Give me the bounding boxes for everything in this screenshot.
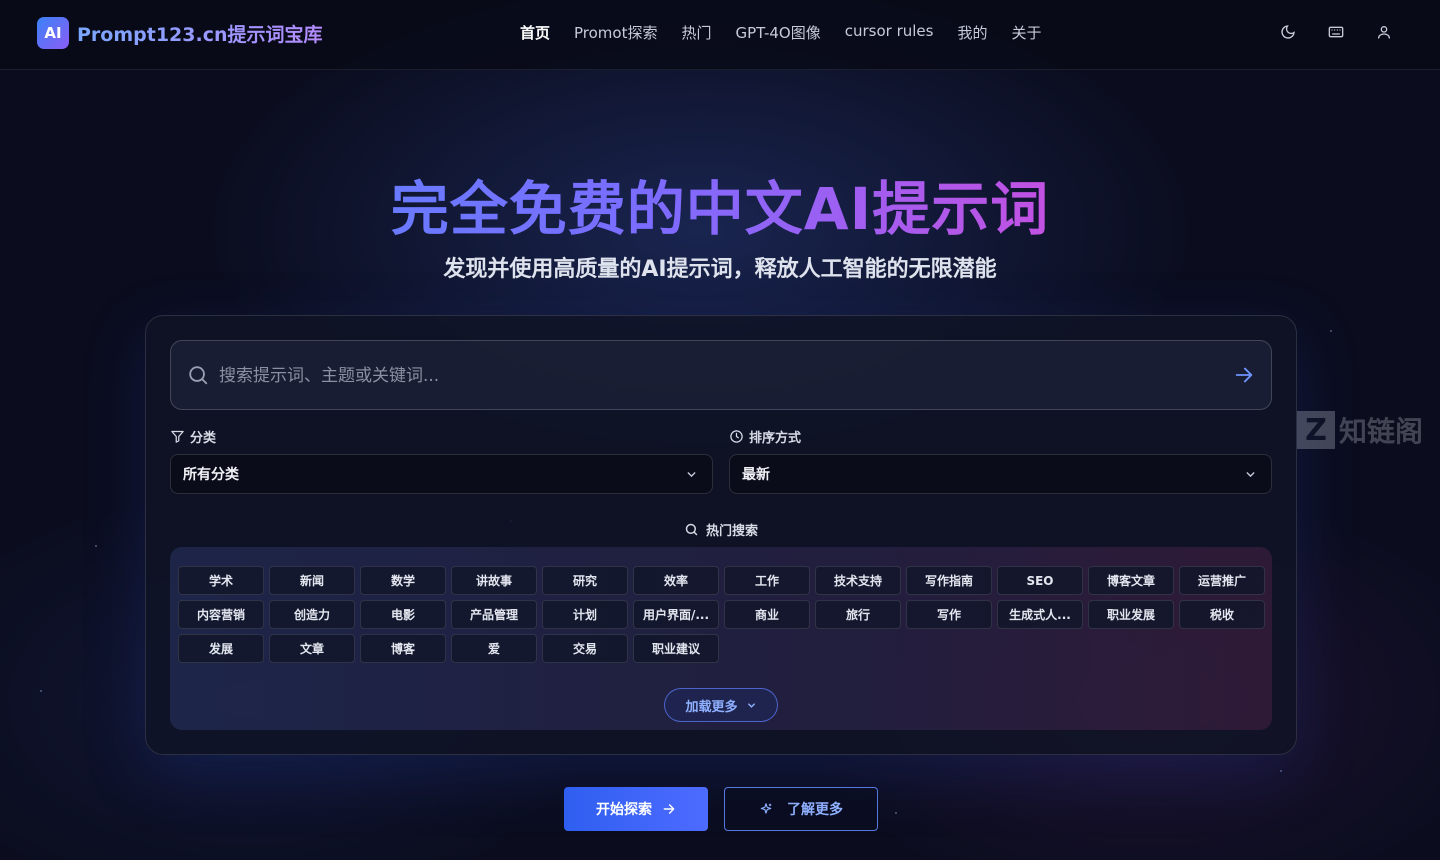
hot-tag[interactable]: SEO [997,566,1083,595]
hot-tag[interactable]: 交易 [542,634,628,663]
filter-icon [171,430,184,443]
hot-tag[interactable]: 职业建议 [633,634,719,663]
search-panel: 分类 所有分类 排序方式 最新 热门搜索 学术新闻数学讲故事研究效率工作技术支持… [145,315,1297,755]
hot-tag[interactable]: 技术支持 [815,566,901,595]
background-star [895,812,897,814]
hot-search-label: 热门搜索 [146,520,1296,539]
category-label-text: 分类 [190,431,217,446]
background-star [1330,330,1332,332]
search-box [170,340,1272,410]
hot-tag[interactable]: 工作 [724,566,810,595]
sort-label: 排序方式 [729,427,801,446]
clock-icon [730,430,743,443]
nav-mine[interactable]: 我的 [957,22,987,43]
sort-value: 最新 [742,467,770,483]
nav-hot[interactable]: 热门 [681,22,711,43]
sort-select[interactable]: 最新 [729,454,1272,494]
hot-tag[interactable]: 发展 [178,634,264,663]
header-actions [1280,24,1392,40]
hot-tag[interactable]: 写作指南 [906,566,992,595]
hot-tags-area: 学术 新闻 数学 讲故事 研究 效率 工作 技术支持 写作指南 SEO 博客文章 运营推广 内容营销 创造… [170,547,1272,730]
nav-gpt4o-image[interactable]: GPT-4O图像 [736,22,821,43]
hot-tag[interactable]: 文章 [269,634,355,663]
search-icon [685,523,698,536]
watermark-logo: Z 知链阁 [1297,411,1423,449]
hero-subtitle: 发现并使用高质量的AI提示词，释放人工智能的无限潜能 [443,257,997,282]
hot-tag[interactable]: 产品管理 [451,600,537,629]
arrow-right-icon[interactable] [1233,364,1255,386]
hot-tag[interactable]: 爱 [451,634,537,663]
keyboard-icon[interactable] [1328,24,1344,40]
hot-tag[interactable]: 创造力 [269,600,355,629]
user-icon[interactable] [1376,24,1392,40]
hot-tag[interactable]: 计划 [542,600,628,629]
site-logo[interactable]: AI Prompt123.cn提示词宝库 [37,17,323,49]
sort-label-text: 排序方式 [749,431,802,446]
background-star [1280,770,1282,772]
hot-tag[interactable]: 旅行 [815,600,901,629]
watermark-text: 知链阁 [1339,415,1424,448]
load-more-button[interactable]: 加载更多 [664,688,778,722]
hot-tag[interactable]: 生成式人... [997,600,1083,629]
hot-tag[interactable]: 效率 [633,566,719,595]
hot-tags-grid: 学术 新闻 数学 讲故事 研究 效率 工作 技术支持 写作指南 SEO 博客文章 运营推广 内容营销 创造… [178,566,1265,663]
top-header: AI Prompt123.cn提示词宝库 首页 Promot探索 热门 GPT-… [0,0,1440,70]
background-star [40,690,42,692]
hot-tag[interactable]: 学术 [178,566,264,595]
nav-home[interactable]: 首页 [520,22,550,43]
nav-explore[interactable]: Promot探索 [574,22,657,43]
hot-tag[interactable]: 职业发展 [1088,600,1174,629]
load-more-label: 加载更多 [685,699,738,715]
start-explore-label: 开始探索 [596,802,652,818]
hot-tag[interactable]: 运营推广 [1179,566,1265,595]
hot-tag[interactable]: 博客 [360,634,446,663]
logo-text: Prompt123.cn提示词宝库 [77,20,323,47]
hot-tag[interactable]: 电影 [360,600,446,629]
hot-tag[interactable]: 税收 [1179,600,1265,629]
moon-icon[interactable] [1280,24,1296,40]
sparkle-icon [760,803,772,814]
hot-tag[interactable]: 博客文章 [1088,566,1174,595]
hot-tag[interactable]: 写作 [906,600,992,629]
category-label: 分类 [170,427,216,446]
chevron-down-icon [1246,472,1255,478]
arrow-right-icon [663,804,675,814]
hot-tag[interactable]: 研究 [542,566,628,595]
chevron-down-icon [687,472,696,478]
hot-tag[interactable]: 数学 [360,566,446,595]
nav-cursor-rules[interactable]: cursor rules [845,22,934,43]
start-explore-button[interactable]: 开始探索 [564,787,708,831]
category-value: 所有分类 [183,467,239,483]
search-input[interactable] [219,359,1179,393]
hot-tag[interactable]: 讲故事 [451,566,537,595]
watermark-letter: Z [1297,411,1335,449]
learn-more-label: 了解更多 [787,802,843,818]
hero-title: 完全免费的中文AI提示词 [0,162,1440,246]
hot-tag[interactable]: 用户界面/... [633,600,719,629]
search-icon [187,364,209,386]
hot-tag[interactable]: 新闻 [269,566,355,595]
hot-tag[interactable]: 内容营销 [178,600,264,629]
background-star [95,545,97,547]
logo-badge: AI [37,17,69,49]
chevron-down-icon [747,702,755,708]
main-nav: 首页 Promot探索 热门 GPT-4O图像 cursor rules 我的 … [520,22,1041,43]
learn-more-button[interactable]: 了解更多 [724,787,878,831]
category-select[interactable]: 所有分类 [170,454,713,494]
hot-tag[interactable]: 商业 [724,600,810,629]
nav-about[interactable]: 关于 [1011,22,1041,43]
hot-search-label-text: 热门搜索 [705,524,758,539]
